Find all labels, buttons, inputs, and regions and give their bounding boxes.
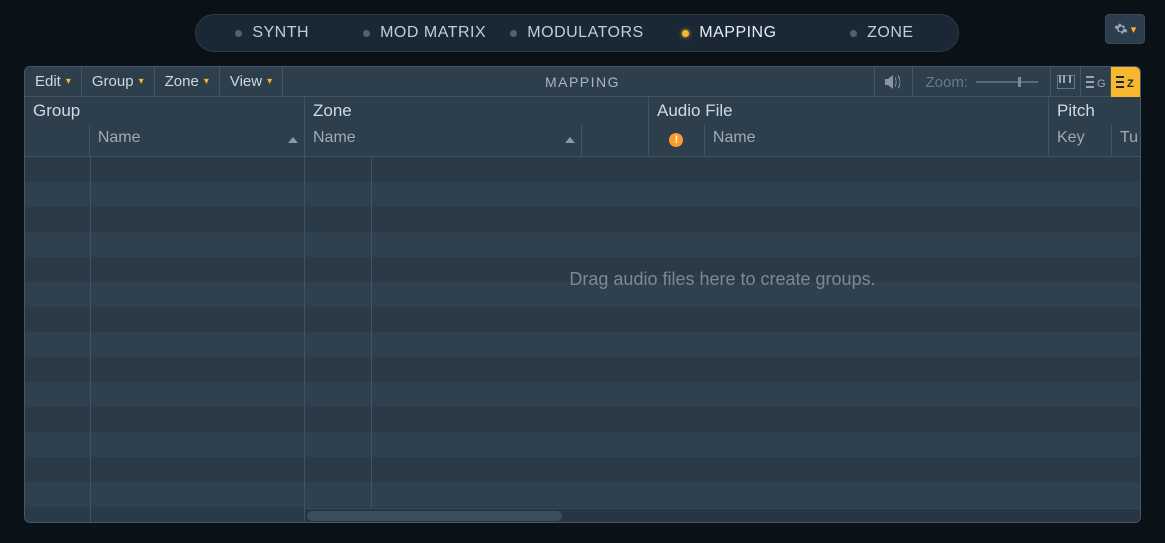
chevron-down-icon: ▾: [139, 76, 144, 87]
column-group-title: Zone: [305, 97, 648, 125]
chevron-down-icon: ▾: [1131, 23, 1137, 36]
subcol-audio-warn[interactable]: !: [649, 125, 705, 156]
menu-group[interactable]: Group ▾: [82, 67, 155, 97]
zoom-label: Zoom:: [925, 74, 968, 91]
column-group-title: Audio File: [649, 97, 1048, 125]
tab-synth[interactable]: SYNTH: [196, 15, 348, 51]
zoom-control[interactable]: Zoom:: [912, 67, 1050, 97]
subcol-pitch-tune[interactable]: Tu: [1112, 125, 1141, 156]
menu-view[interactable]: View ▾: [220, 67, 283, 97]
subcol-label: Key: [1057, 129, 1085, 146]
warning-icon: !: [669, 133, 683, 147]
chevron-down-icon: ▾: [66, 76, 71, 87]
subcol-label: Tu: [1120, 129, 1138, 146]
view-mode-group-list[interactable]: G: [1080, 67, 1110, 97]
subcol-zone-name[interactable]: Name: [305, 125, 582, 156]
horizontal-scrollbar[interactable]: [305, 508, 1140, 522]
indicator-dot-icon: [510, 30, 517, 37]
column-header-strip: Group Name Zone Name Audio File: [25, 97, 1140, 157]
subcol-group-blank[interactable]: [25, 125, 90, 156]
top-nav-area: SYNTH MOD MATRIX MODULATORS MAPPING ZONE…: [0, 0, 1165, 66]
column-group-pitch: Pitch Key Tu: [1049, 97, 1141, 156]
chevron-down-icon: ▾: [267, 76, 272, 87]
svg-text:Z: Z: [1127, 78, 1134, 89]
sort-ascending-icon: [565, 137, 575, 143]
tab-label: SYNTH: [252, 24, 309, 42]
scrollbar-thumb[interactable]: [307, 511, 562, 521]
tab-label: MAPPING: [699, 24, 776, 42]
zoom-slider-thumb[interactable]: [1018, 77, 1021, 87]
tab-mod-matrix[interactable]: MOD MATRIX: [348, 15, 500, 51]
tab-label: MODULATORS: [527, 24, 643, 42]
indicator-dot-icon: [363, 30, 370, 37]
tab-label: ZONE: [867, 24, 913, 42]
table-body[interactable]: Drag audio files here to create groups.: [25, 157, 1140, 522]
subcol-group-name[interactable]: Name: [90, 125, 304, 156]
column-group-zone: Zone Name: [305, 97, 649, 156]
speaker-icon: [885, 75, 903, 89]
subcol-label: Name: [713, 129, 756, 146]
panel-toolbar: Edit ▾ Group ▾ Zone ▾ View ▾ MAPPING Zoom: G…: [25, 67, 1140, 97]
column-divider: [371, 157, 372, 522]
nav-tab-bar: SYNTH MOD MATRIX MODULATORS MAPPING ZONE: [195, 14, 959, 52]
chevron-down-icon: ▾: [204, 76, 209, 87]
gear-icon: [1114, 22, 1128, 36]
indicator-dot-icon: [850, 30, 857, 37]
column-group-title: Group: [25, 97, 304, 125]
group-list-pane[interactable]: [25, 157, 305, 522]
column-group-title: Pitch: [1049, 97, 1141, 125]
menu-label: Zone: [165, 73, 199, 90]
column-divider: [90, 157, 91, 522]
zoom-slider-track[interactable]: [976, 81, 1038, 83]
panel-title: MAPPING: [545, 74, 620, 90]
sort-ascending-icon: [288, 137, 298, 143]
menu-label: View: [230, 73, 262, 90]
svg-text:G: G: [1097, 78, 1106, 89]
drop-placeholder: Drag audio files here to create groups.: [305, 269, 1140, 290]
subcol-zone-blank[interactable]: [582, 125, 648, 156]
list-g-icon: G: [1086, 75, 1106, 89]
mapping-panel: Edit ▾ Group ▾ Zone ▾ View ▾ MAPPING Zoom: G…: [24, 66, 1141, 523]
indicator-dot-icon: [235, 30, 242, 37]
tab-modulators[interactable]: MODULATORS: [501, 15, 653, 51]
menu-label: Group: [92, 73, 134, 90]
indicator-dot-icon: [682, 30, 689, 37]
list-z-icon: Z: [1116, 75, 1136, 89]
menu-zone[interactable]: Zone ▾: [155, 67, 220, 97]
menu-label: Edit: [35, 73, 61, 90]
zone-list-pane[interactable]: Drag audio files here to create groups.: [305, 157, 1140, 522]
toolbar-right-cluster: Zoom: G Z: [874, 67, 1140, 97]
subcol-audio-name[interactable]: Name: [705, 125, 1048, 156]
subcol-label: Name: [98, 129, 141, 146]
tab-label: MOD MATRIX: [380, 24, 486, 42]
column-group-group: Group Name: [25, 97, 305, 156]
view-mode-keyboard[interactable]: [1050, 67, 1080, 97]
keyboard-icon: [1057, 75, 1075, 89]
tab-zone[interactable]: ZONE: [806, 15, 958, 51]
view-mode-zone-list[interactable]: Z: [1110, 67, 1140, 97]
column-group-audio: Audio File ! Name: [649, 97, 1049, 156]
subcol-pitch-key[interactable]: Key: [1049, 125, 1112, 156]
tab-mapping[interactable]: MAPPING: [653, 15, 805, 51]
audition-toggle[interactable]: [874, 67, 912, 97]
settings-button[interactable]: ▾: [1105, 14, 1145, 44]
subcol-label: Name: [313, 129, 356, 146]
menu-edit[interactable]: Edit ▾: [25, 67, 82, 97]
